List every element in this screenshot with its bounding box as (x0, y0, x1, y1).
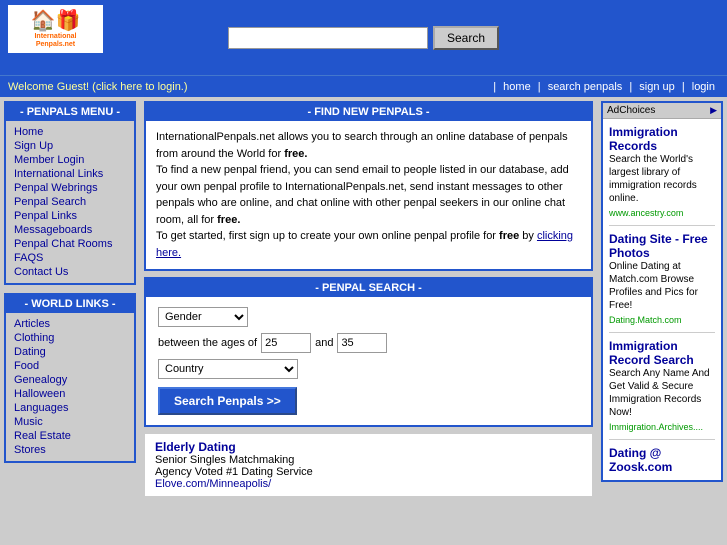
penpals-menu-links: Home Sign Up Member Login International … (6, 121, 134, 283)
nav-login[interactable]: login (688, 81, 719, 93)
right-ad-box: AdChoices ▶ Immigration Records Search t… (601, 101, 723, 482)
ad-choices-label: AdChoices (607, 105, 655, 116)
right-ad-imm2-link[interactable]: Immigration (609, 339, 715, 353)
menu-international-links[interactable]: International Links (14, 167, 126, 181)
right-ad-header: AdChoices ▶ (603, 103, 721, 119)
world-stores[interactable]: Stores (14, 443, 126, 457)
find-penpals-box: - FIND NEW PENPALS - InternationalPenpal… (144, 101, 593, 271)
menu-home[interactable]: Home (14, 125, 126, 139)
right-ad-section-2: Dating Site - Free Photos Online Dating … (609, 232, 715, 333)
center-content: - FIND NEW PENPALS - InternationalPenpal… (140, 97, 597, 501)
sponsor-link[interactable]: Elove.com/Minneapolis/ (155, 478, 271, 490)
find-penpals-body: InternationalPenpals.net allows you to s… (146, 121, 591, 269)
nav-bar: Welcome Guest! (click here to login.) | … (0, 75, 727, 97)
right-ad-immigration-link[interactable]: Immigration (609, 125, 715, 139)
search-area: Search (228, 26, 499, 50)
nav-links: | home | search penpals | sign up | logi… (493, 81, 719, 93)
gender-select[interactable]: Gender Male Female (158, 307, 248, 327)
logo-box: 🏠🎁 InternationalPenpals.net (8, 5, 103, 53)
right-ad-section-1: Immigration Records Search the World's l… (609, 125, 715, 226)
find-p3: To get started, first sign up to create … (156, 228, 581, 261)
world-articles[interactable]: Articles (14, 317, 126, 331)
right-ad-3-body: Search Any Name And Get Valid & Secure I… (609, 367, 715, 419)
penpal-search-box: - PENPAL SEARCH - Gender Male Female bet… (144, 277, 593, 427)
ad-choices-icon: ▶ (710, 105, 717, 116)
country-row: Country (158, 359, 579, 379)
sponsor-subtitle: Senior Singles Matchmaking (155, 454, 582, 466)
sponsor-ad: Elderly Dating Senior Singles Matchmakin… (144, 433, 593, 497)
right-ad-1-body: Search the World's largest library of im… (609, 153, 715, 205)
right-ad-2-body: Online Dating at Match.com Browse Profil… (609, 260, 715, 312)
search-input[interactable] (228, 27, 428, 49)
left-sidebar: - PENPALS MENU - Home Sign Up Member Log… (0, 97, 140, 501)
penpal-search-form: Gender Male Female between the ages of 2… (146, 297, 591, 425)
age-max-input[interactable]: 35 (337, 333, 387, 353)
right-ad-2-url: Dating.Match.com (609, 315, 682, 325)
nav-signup[interactable]: sign up (635, 81, 678, 93)
search-btn-row: Search Penpals >> (158, 387, 579, 415)
world-genealogy[interactable]: Genealogy (14, 373, 126, 387)
main-layout: - PENPALS MENU - Home Sign Up Member Log… (0, 97, 727, 501)
age-between-label: between the ages of (158, 337, 257, 349)
penpals-menu-box: - PENPALS MENU - Home Sign Up Member Log… (4, 101, 136, 285)
find-p1: InternationalPenpals.net allows you to s… (156, 129, 581, 162)
world-food[interactable]: Food (14, 359, 126, 373)
penpal-search-title: - PENPAL SEARCH - (146, 279, 591, 297)
nav-home[interactable]: home (499, 81, 535, 93)
world-music[interactable]: Music (14, 415, 126, 429)
sponsor-title[interactable]: Elderly Dating (155, 440, 582, 454)
age-and-label: and (315, 337, 333, 349)
world-links-box: - WORLD LINKS - Articles Clothing Dating… (4, 293, 136, 463)
menu-penpal-links[interactable]: Penpal Links (14, 209, 126, 223)
nav-search-penpals[interactable]: search penpals (544, 81, 627, 93)
right-ad-zoosk-link2[interactable]: Zoosk.com (609, 460, 715, 474)
menu-faqs[interactable]: FAQS (14, 251, 126, 265)
right-ad-section-3: Immigration Record Search Search Any Nam… (609, 339, 715, 440)
right-ad-record-search-link[interactable]: Record Search (609, 353, 715, 367)
world-links-content: Articles Clothing Dating Food Genealogy … (6, 313, 134, 461)
world-links-title: - WORLD LINKS - (6, 295, 134, 313)
right-ad-zoosk-link[interactable]: Dating @ (609, 446, 715, 460)
find-penpals-title: - FIND NEW PENPALS - (146, 103, 591, 121)
right-ad-content: Immigration Records Search the World's l… (603, 119, 721, 480)
menu-chat-rooms[interactable]: Penpal Chat Rooms (14, 237, 126, 251)
right-ad-3-url: Immigration.Archives.... (609, 422, 703, 432)
right-ad-section-4: Dating @ Zoosk.com (609, 446, 715, 474)
right-ad-dating-link[interactable]: Dating Site - Free Photos (609, 232, 715, 260)
nav-welcome[interactable]: Welcome Guest! (click here to login.) (8, 81, 493, 93)
country-select[interactable]: Country (158, 359, 298, 379)
gender-row: Gender Male Female (158, 307, 579, 327)
world-clothing[interactable]: Clothing (14, 331, 126, 345)
menu-penpal-search[interactable]: Penpal Search (14, 195, 126, 209)
world-halloween[interactable]: Halloween (14, 387, 126, 401)
menu-contact-us[interactable]: Contact Us (14, 265, 126, 279)
world-languages[interactable]: Languages (14, 401, 126, 415)
right-ad-1-url: www.ancestry.com (609, 208, 683, 218)
right-sidebar: AdChoices ▶ Immigration Records Search t… (597, 97, 727, 501)
sponsor-desc: Agency Voted #1 Dating Service (155, 466, 582, 478)
age-min-input[interactable]: 25 (261, 333, 311, 353)
penpals-menu-title: - PENPALS MENU - (6, 103, 134, 121)
menu-signup[interactable]: Sign Up (14, 139, 126, 153)
age-row: between the ages of 25 and 35 (158, 333, 579, 353)
right-ad-records-link[interactable]: Records (609, 139, 715, 153)
logo-area[interactable]: 🏠🎁 InternationalPenpals.net (8, 5, 103, 53)
world-real-estate[interactable]: Real Estate (14, 429, 126, 443)
menu-member-login[interactable]: Member Login (14, 153, 126, 167)
search-button[interactable]: Search (433, 26, 499, 50)
menu-penpal-webrings[interactable]: Penpal Webrings (14, 181, 126, 195)
search-penpals-button[interactable]: Search Penpals >> (158, 387, 297, 415)
menu-messageboards[interactable]: Messageboards (14, 223, 126, 237)
world-dating[interactable]: Dating (14, 345, 126, 359)
find-p2: To find a new penpal friend, you can sen… (156, 162, 581, 228)
